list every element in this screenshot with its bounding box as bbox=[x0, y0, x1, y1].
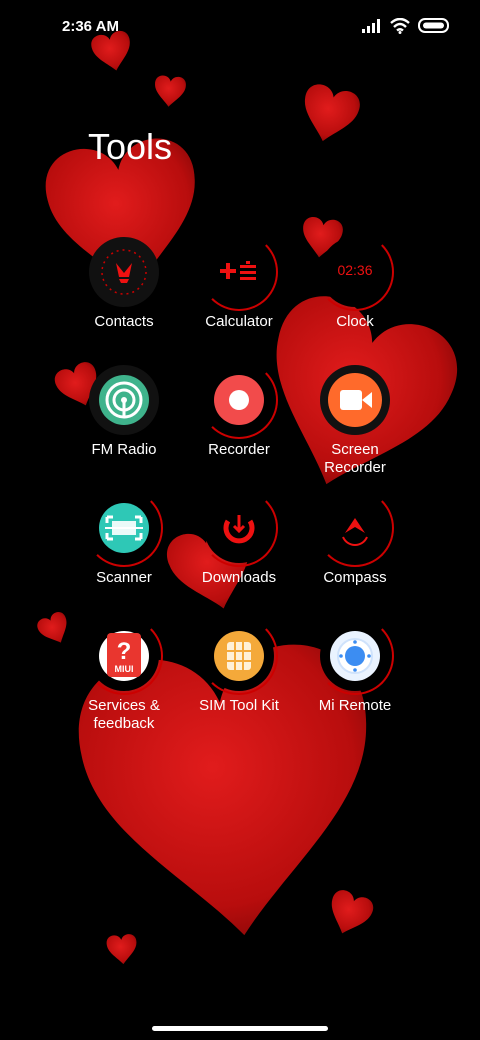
app-label: Services & feedback bbox=[88, 697, 160, 732]
scanner-icon[interactable] bbox=[85, 489, 163, 567]
app-contacts[interactable]: Contacts bbox=[65, 237, 183, 331]
clock-icon-time: 02:36 bbox=[337, 262, 373, 278]
app-screen-recorder[interactable]: Screen Recorder bbox=[296, 365, 414, 477]
app-label: Recorder bbox=[208, 441, 270, 458]
app-mi-remote[interactable]: Mi Remote bbox=[296, 617, 414, 715]
app-calculator[interactable]: Calculator bbox=[180, 233, 298, 331]
app-scanner[interactable]: Scanner bbox=[65, 489, 183, 587]
compass-icon[interactable] bbox=[316, 489, 394, 567]
screen-recorder-icon[interactable] bbox=[320, 365, 390, 435]
clock-icon[interactable]: 02:36 bbox=[316, 233, 394, 311]
app-fm-radio[interactable]: FM Radio bbox=[65, 365, 183, 459]
app-label: Clock bbox=[336, 313, 374, 330]
battery-icon bbox=[418, 18, 449, 33]
app-compass[interactable]: Compass bbox=[296, 489, 414, 587]
status-icons bbox=[362, 18, 450, 34]
sim-tool-kit-icon[interactable] bbox=[200, 617, 278, 695]
status-bar: 2:36 AM bbox=[0, 0, 480, 56]
app-label: FM Radio bbox=[91, 441, 157, 458]
services-feedback-icon[interactable]: ? MIUI bbox=[85, 617, 163, 695]
app-label: Compass bbox=[323, 569, 387, 586]
app-label: Scanner bbox=[96, 569, 152, 586]
app-label: Contacts bbox=[94, 313, 154, 330]
app-label: Screen Recorder bbox=[324, 441, 386, 476]
calculator-icon[interactable] bbox=[200, 233, 278, 311]
app-services-feedback[interactable]: ? MIUI Services & feedback bbox=[65, 617, 183, 733]
miui-badge-text: MIUI bbox=[114, 664, 134, 674]
app-clock[interactable]: 02:36 Clock bbox=[296, 233, 414, 331]
app-label: Downloads bbox=[201, 569, 277, 586]
mi-remote-icon[interactable] bbox=[316, 617, 394, 695]
status-time: 2:36 AM bbox=[62, 18, 119, 35]
home-gesture-handle[interactable] bbox=[152, 1026, 328, 1031]
app-downloads[interactable]: Downloads bbox=[180, 489, 298, 587]
contacts-icon[interactable] bbox=[89, 237, 159, 307]
fm-radio-icon[interactable] bbox=[89, 365, 159, 435]
app-label: SIM Tool Kit bbox=[199, 697, 279, 714]
app-sim-tool-kit[interactable]: SIM Tool Kit bbox=[180, 617, 298, 715]
downloads-icon[interactable] bbox=[200, 489, 278, 567]
recorder-icon[interactable] bbox=[200, 361, 278, 439]
app-recorder[interactable]: Recorder bbox=[180, 361, 298, 459]
wifi-icon bbox=[390, 18, 410, 34]
signal-icon bbox=[362, 19, 380, 33]
folder-title: Tools bbox=[88, 126, 173, 167]
app-label: Calculator bbox=[205, 313, 273, 330]
app-label: Mi Remote bbox=[318, 697, 392, 714]
